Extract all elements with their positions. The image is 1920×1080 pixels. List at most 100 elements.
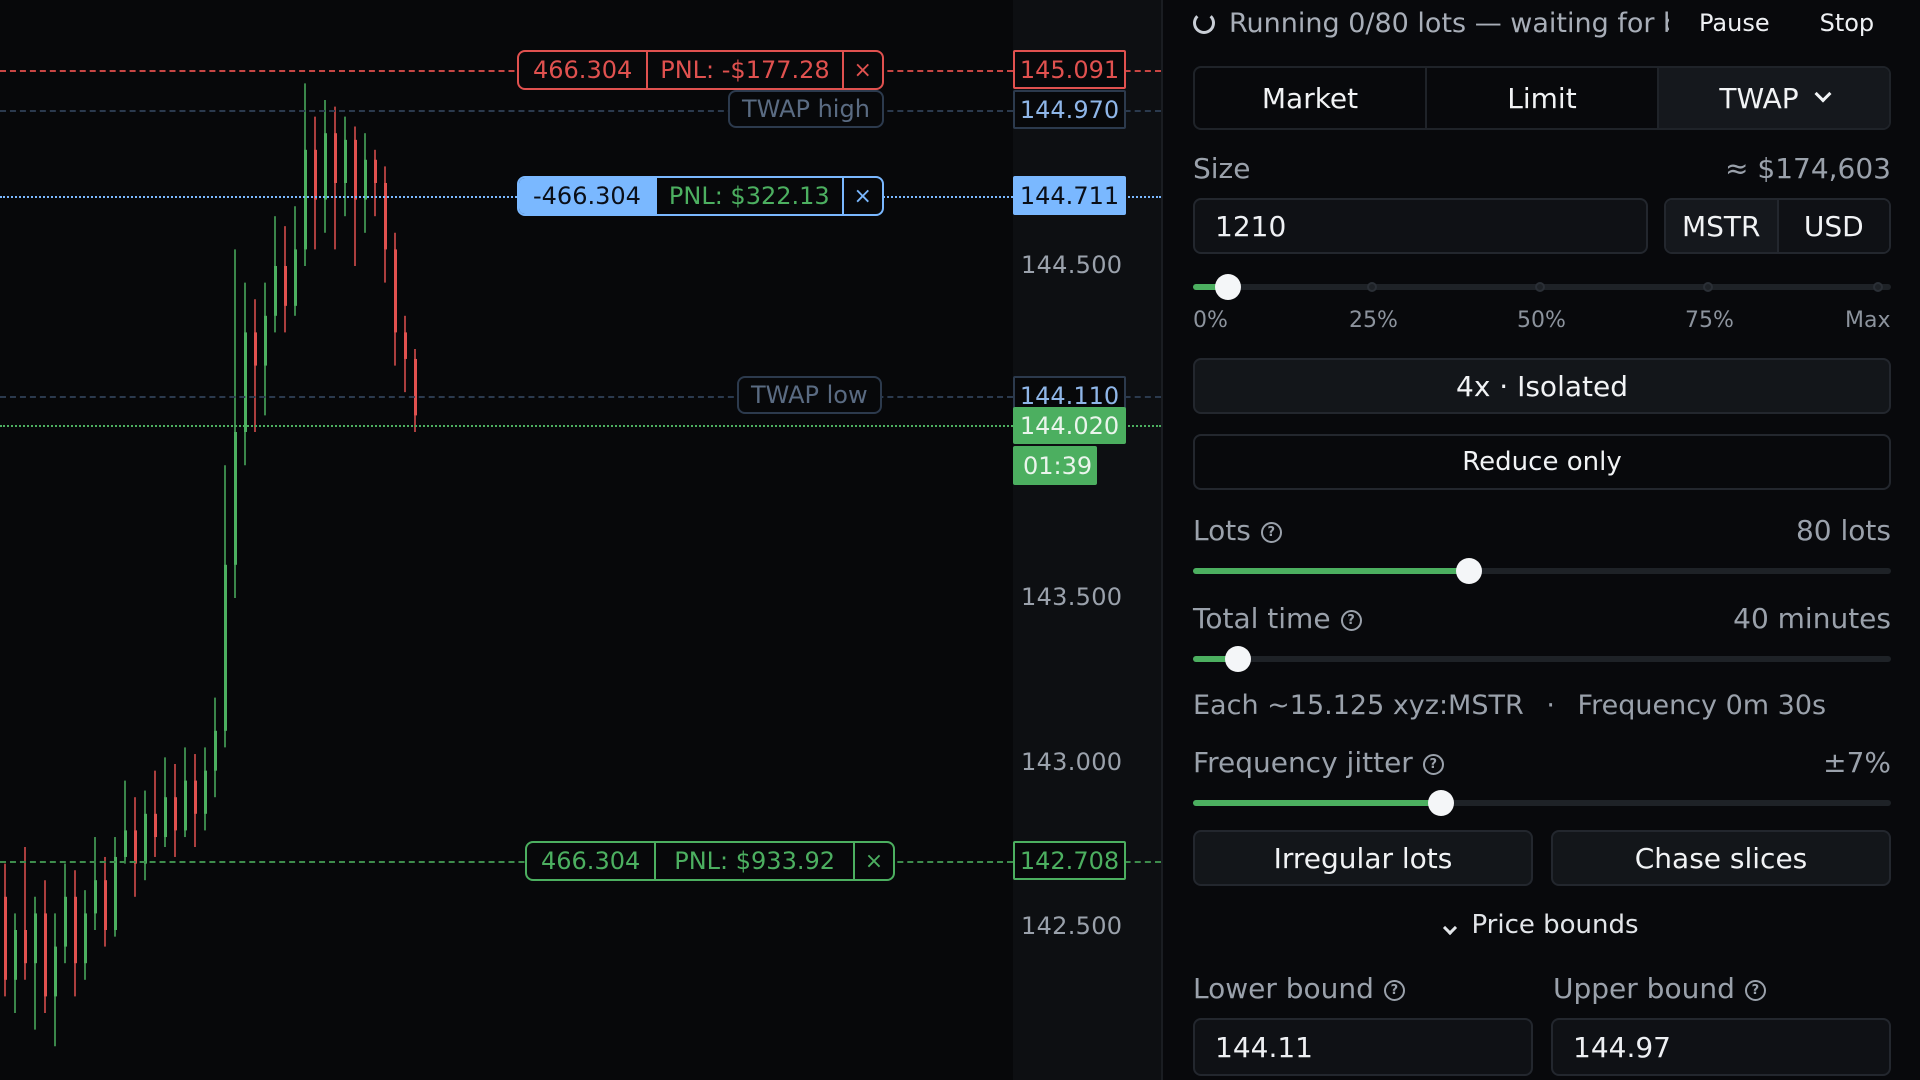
candle-body	[284, 266, 287, 306]
lower-bound-label: Lower bound?	[1193, 972, 1405, 1005]
candle-body	[64, 896, 67, 947]
chart-area[interactable]: 466.304 PNL: -$177.28 × TWAP high -466.3…	[0, 0, 1013, 1080]
tab-label: Limit	[1507, 81, 1577, 115]
axis-tick: 143.500	[1021, 583, 1123, 611]
unit-usd[interactable]: USD	[1776, 200, 1889, 252]
candle-body	[214, 730, 217, 771]
slider-knob[interactable]	[1428, 790, 1454, 816]
jitter-slider[interactable]	[1193, 788, 1891, 818]
order-pnl: PNL: -$177.28	[646, 52, 841, 88]
tab-label: Market	[1261, 81, 1359, 115]
chevron-down-icon	[1443, 920, 1458, 936]
twap-high-price: 144.970	[1013, 90, 1126, 129]
stop-button[interactable]: Stop	[1820, 9, 1875, 37]
candle-body	[264, 315, 267, 366]
total-time-label-text: Total time	[1193, 602, 1331, 635]
help-icon[interactable]: ?	[1422, 753, 1444, 775]
candle-body	[324, 133, 327, 200]
order-type-tabs: Market Limit TWAP	[1193, 66, 1891, 130]
twap-low-tag: TWAP low	[737, 376, 882, 414]
axis-tick: 143.000	[1021, 748, 1123, 776]
candle-body	[104, 880, 107, 930]
close-order-button[interactable]: ×	[841, 178, 882, 214]
slider-knob[interactable]	[1225, 646, 1251, 672]
slider-track	[1193, 656, 1891, 662]
help-icon[interactable]: ?	[1744, 979, 1766, 1001]
price-bounds-toggle[interactable]: Price bounds	[1193, 910, 1891, 940]
order-pill-sell[interactable]: 466.304 PNL: -$177.28 ×	[517, 50, 884, 90]
candle-body	[164, 797, 167, 838]
pct-label: 0%	[1193, 308, 1228, 333]
jitter-value: ±7%	[1823, 746, 1891, 779]
candle-body	[384, 183, 387, 250]
candle-body	[84, 913, 87, 964]
order-qty: -466.304	[519, 178, 655, 214]
twap-high-tag: TWAP high	[728, 90, 884, 128]
candle-body	[124, 830, 127, 857]
close-icon: ×	[853, 57, 872, 83]
close-order-button[interactable]: ×	[841, 52, 882, 88]
chase-slices-button[interactable]: Chase slices	[1551, 830, 1891, 886]
lower-bound-label-text: Lower bound	[1193, 972, 1374, 1005]
total-time-value: 40 minutes	[1733, 602, 1891, 635]
lots-value: 80 lots	[1795, 514, 1891, 547]
status-text: Running 0/80 lots — waiting for bounds	[1229, 7, 1669, 39]
candle-body	[194, 780, 197, 814]
spinner-icon	[1193, 12, 1215, 34]
upper-bound-label: Upper bound?	[1553, 972, 1766, 1005]
tab-twap[interactable]: TWAP	[1657, 68, 1889, 128]
order-pill-buy[interactable]: 466.304 PNL: $933.92 ×	[525, 841, 896, 881]
lots-slider[interactable]	[1193, 556, 1891, 586]
slider-knob[interactable]	[1215, 274, 1241, 300]
help-icon[interactable]: ?	[1340, 609, 1362, 631]
jitter-label-text: Frequency jitter	[1193, 746, 1413, 779]
total-time-slider[interactable]	[1193, 644, 1891, 674]
help-icon[interactable]: ?	[1383, 979, 1405, 1001]
order-pill-short[interactable]: -466.304 PNL: $322.13 ×	[517, 176, 884, 216]
frequency-text: Frequency 0m 30s	[1577, 690, 1827, 721]
total-time-label: Total time?	[1193, 602, 1362, 635]
order-price-label: 145.091	[1013, 50, 1126, 89]
lower-bound-input[interactable]: 144.11	[1193, 1018, 1533, 1076]
candle-body	[74, 896, 77, 964]
candle-body	[114, 856, 117, 930]
size-usd-estimate: ≈ $174,603	[1725, 152, 1891, 185]
candle-body	[334, 133, 337, 183]
help-icon[interactable]: ?	[1260, 521, 1282, 543]
tab-limit[interactable]: Limit	[1425, 68, 1657, 128]
candle-body	[254, 332, 257, 366]
candle-body	[244, 332, 247, 432]
upper-bound-input[interactable]: 144.97	[1551, 1018, 1891, 1076]
close-icon: ×	[864, 848, 884, 874]
tab-market[interactable]: Market	[1195, 68, 1425, 128]
order-price-label: 144.711	[1013, 176, 1126, 215]
candle-body	[274, 266, 277, 316]
close-order-button[interactable]: ×	[853, 843, 893, 879]
slider-fill	[1193, 800, 1441, 806]
candle-body	[344, 139, 347, 183]
order-price-label: 142.708	[1013, 841, 1126, 880]
leverage-button[interactable]: 4x · Isolated	[1193, 358, 1891, 414]
separator: ·	[1546, 690, 1555, 721]
pause-button[interactable]: Pause	[1699, 9, 1770, 37]
size-input[interactable]: 1210	[1193, 198, 1648, 254]
candle-body	[34, 913, 37, 964]
current-price-line	[0, 425, 1013, 427]
unit-mstr[interactable]: MSTR	[1666, 200, 1777, 252]
candle-countdown: 01:39	[1013, 446, 1097, 485]
candle-body	[414, 358, 417, 416]
irregular-lots-button[interactable]: Irregular lots	[1193, 830, 1533, 886]
pct-label: 50%	[1517, 308, 1566, 333]
slider-tick	[1535, 282, 1545, 292]
upper-bound-label-text: Upper bound	[1553, 972, 1735, 1005]
candle-body	[314, 149, 317, 200]
candle-body	[294, 249, 297, 306]
slider-tick	[1703, 282, 1713, 292]
candle-body	[154, 813, 157, 838]
order-qty: 466.304	[541, 847, 641, 875]
lots-label: Lots?	[1193, 514, 1282, 547]
size-slider[interactable]	[1193, 272, 1891, 302]
reduce-only-toggle[interactable]: Reduce only	[1193, 434, 1891, 490]
slider-knob[interactable]	[1456, 558, 1482, 584]
axis-tick: 144.500	[1021, 251, 1123, 279]
